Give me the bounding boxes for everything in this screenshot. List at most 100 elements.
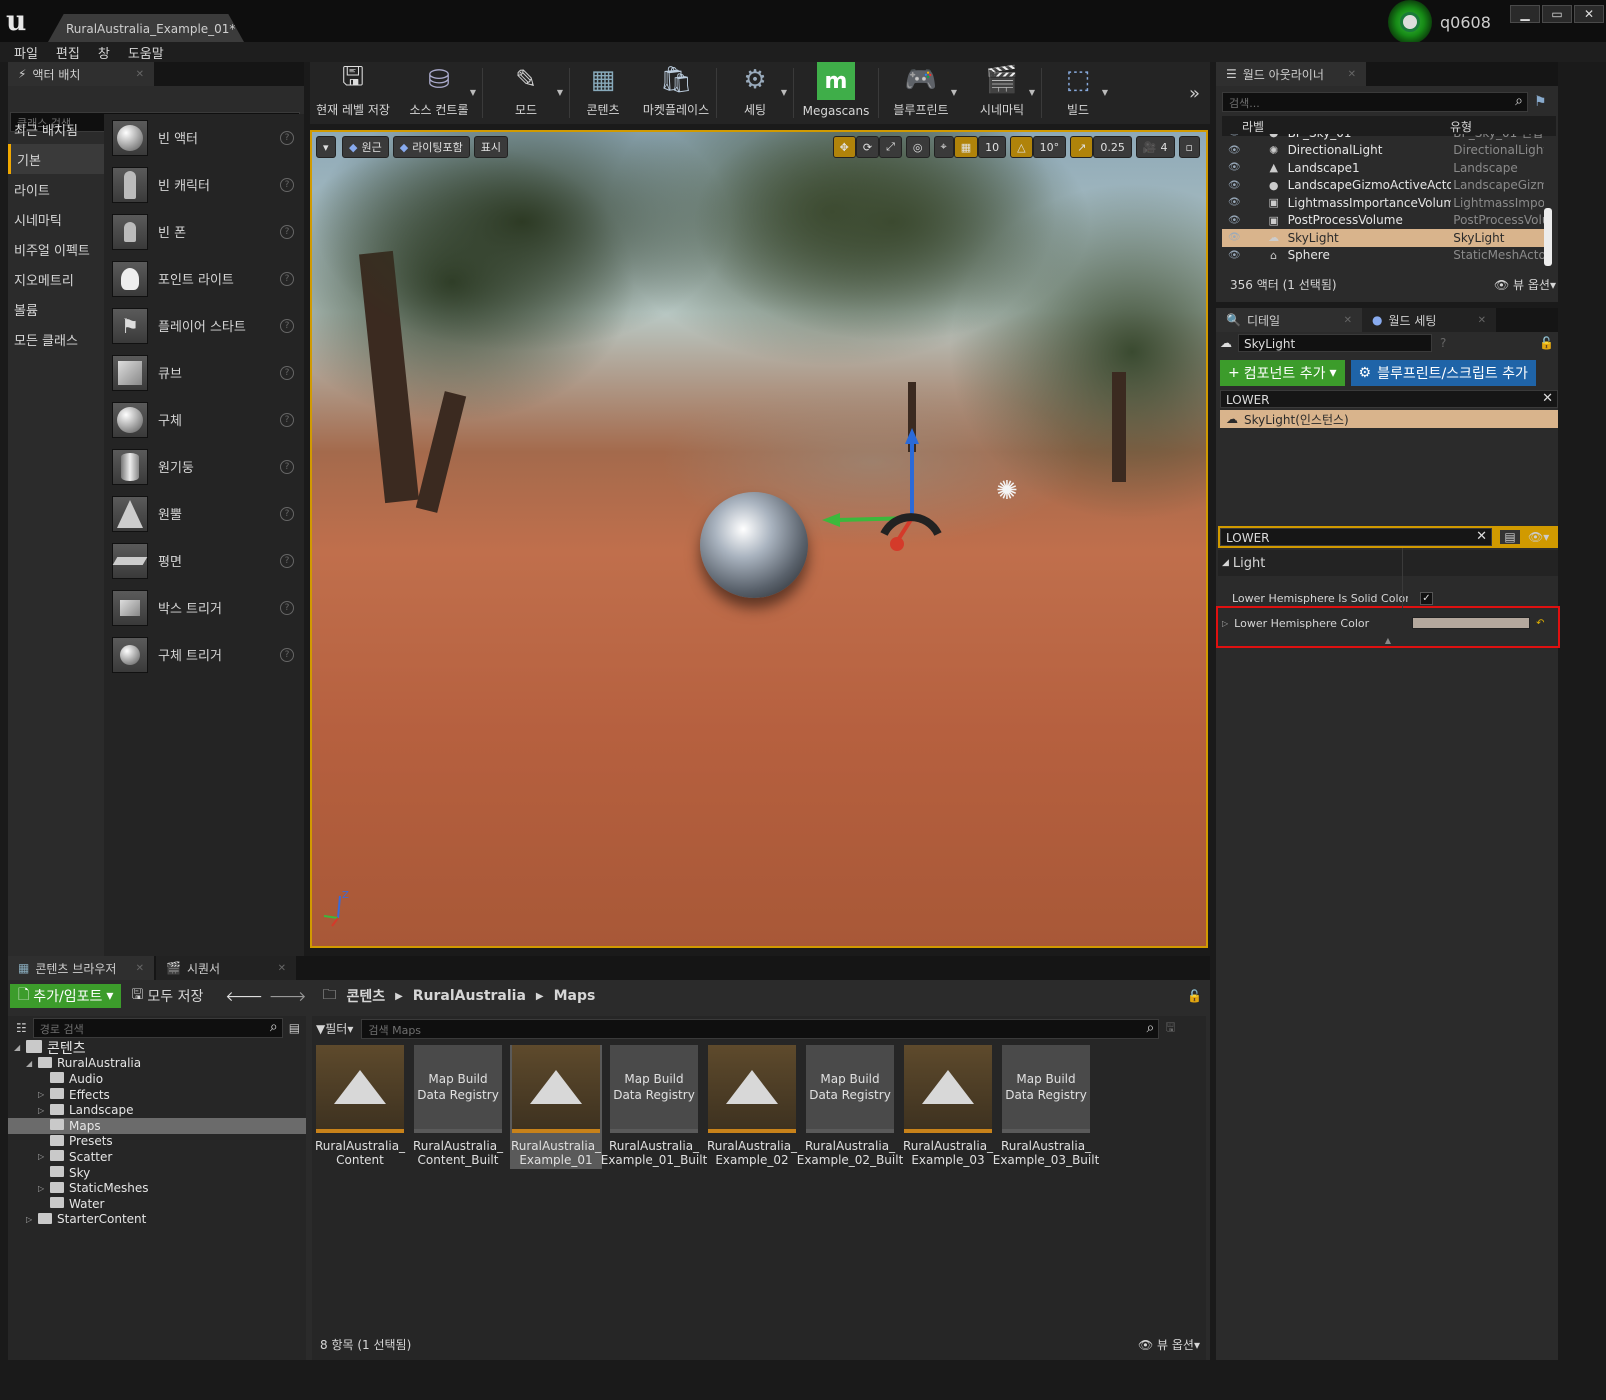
lock-icon[interactable]: 🔓	[1539, 336, 1554, 350]
user-badge[interactable]: q0608	[1388, 0, 1506, 44]
forward-arrow-icon[interactable]: 🡒	[269, 988, 307, 1005]
folder-tree-item[interactable]: ▷ Effects	[8, 1087, 306, 1103]
visibility-eye-icon[interactable]: 👁	[1228, 250, 1244, 261]
folder-tree-item[interactable]: Sky	[8, 1165, 306, 1181]
sources-toggle-icon[interactable]: ☷	[16, 1021, 27, 1035]
folder-tree-item[interactable]: ▷ StaticMeshes	[8, 1180, 306, 1196]
map-asset-tile[interactable]: RuralAustralia_ Example_02	[706, 1045, 798, 1169]
outliner-row[interactable]: 👁 ▲ Landscape1 Landscape	[1222, 159, 1544, 177]
help-icon[interactable]: ?	[280, 224, 294, 239]
category-cinematic[interactable]: 시네마틱	[8, 204, 104, 234]
document-tab[interactable]: RuralAustralia_Example_01*	[48, 14, 244, 42]
toolbar-overflow-icon[interactable]: »	[1189, 83, 1200, 104]
megascans-button[interactable]: m Megascans	[794, 62, 878, 124]
tab-world-outliner[interactable]: ☰ 월드 아웃라이너 ✕	[1216, 62, 1366, 86]
expand-arrow-icon[interactable]: ◢	[14, 1043, 26, 1052]
property-matrix-icon[interactable]: ▤	[1500, 530, 1520, 544]
gizmo-y-arrow[interactable]	[822, 513, 840, 527]
breadcrumb-maps[interactable]: Maps	[554, 988, 596, 1004]
asset-search-input[interactable]: 검색 Maps ⌕	[361, 1018, 1160, 1039]
list-item[interactable]: 빈 액터?	[104, 114, 304, 161]
show-button[interactable]: 표시	[473, 136, 509, 158]
property-search-input[interactable]: LOWER ✕	[1220, 528, 1492, 546]
save-all-button[interactable]: 🖫 모두 저장	[131, 984, 203, 1008]
list-item[interactable]: 원뿔?	[104, 490, 304, 537]
help-icon[interactable]: ?	[280, 506, 294, 521]
add-blueprint-button[interactable]: ⚙ 블루프린트/스크립트 추가	[1350, 360, 1536, 386]
help-icon[interactable]: ?	[280, 271, 294, 286]
light-section-header[interactable]: ◢ Light	[1218, 550, 1558, 576]
list-item[interactable]: 빈 캐릭터?	[104, 161, 304, 208]
map-asset-tile[interactable]: RuralAustralia_ Example_03	[902, 1045, 994, 1169]
viewport-menu-button[interactable]: ▾	[316, 136, 336, 158]
translate-mode-icon[interactable]: ✥	[832, 136, 856, 158]
build-data-asset-tile[interactable]: Map Build Data Registry RuralAustralia_ E…	[993, 1045, 1099, 1169]
transform-gizmo[interactable]	[812, 428, 952, 558]
outliner-row[interactable]: 👁 ▣ PostProcessVolume PostProcessVolume	[1222, 212, 1544, 230]
tab-sequencer[interactable]: 🎬 시퀀서 ✕	[156, 956, 296, 980]
collapse-advanced-icon[interactable]: ▲	[1218, 636, 1558, 645]
close-tab-icon[interactable]: ✕	[1478, 315, 1486, 326]
help-icon[interactable]: ?	[280, 600, 294, 615]
add-component-button[interactable]: + 컴포넌트 추가 ▾	[1220, 360, 1345, 386]
visibility-eye-icon[interactable]: 👁	[1228, 162, 1244, 173]
level-viewport[interactable]: ▾ ◆ 원근 ◆ 라이팅포함 표시 ✥ ⟳ ⤢ ◎ ⌖ ▦ 10 △ 10° ↗ 0…	[310, 130, 1208, 948]
breadcrumb-content[interactable]: 콘텐츠	[346, 986, 385, 1006]
list-item[interactable]: 원기둥?	[104, 443, 304, 490]
expand-arrow-icon[interactable]: ▷	[1222, 619, 1228, 628]
close-tab-icon[interactable]: ✕	[1344, 315, 1352, 326]
grid-snap-icon[interactable]: ▦	[953, 136, 979, 158]
tab-content-browser[interactable]: ▦ 콘텐츠 브라우저 ✕	[8, 956, 154, 980]
category-lights[interactable]: 라이트	[8, 174, 104, 204]
gizmo-rotation-arc[interactable]	[880, 513, 942, 536]
help-icon[interactable]: ?	[280, 130, 294, 145]
category-visual-effects[interactable]: 비주얼 이펙트	[8, 234, 104, 264]
list-item[interactable]: 박스 트리거?	[104, 584, 304, 631]
content-button[interactable]: ▦ 콘텐츠	[570, 62, 636, 124]
scale-mode-icon[interactable]: ⤢	[879, 136, 902, 158]
save-search-icon[interactable]: 🖫	[1165, 1018, 1175, 1039]
category-volumes[interactable]: 볼륨	[8, 294, 104, 324]
outliner-search-input[interactable]: 검색... ⌕	[1222, 92, 1528, 112]
help-icon[interactable]: ?	[280, 459, 294, 474]
marketplace-button[interactable]: 🛍 마켓플레이스	[636, 62, 716, 124]
category-recent[interactable]: 최근 배치됨	[8, 114, 104, 144]
expand-arrow-icon[interactable]: ◢	[26, 1059, 38, 1068]
rotation-snap-icon[interactable]: △	[1010, 136, 1033, 158]
help-icon[interactable]: ?	[280, 553, 294, 568]
scale-snap-icon[interactable]: ↗	[1070, 136, 1094, 158]
camera-speed-button[interactable]: 🎥 4	[1135, 136, 1175, 158]
visibility-eye-icon[interactable]: 👁	[1228, 197, 1244, 208]
list-item[interactable]: ⚑ 플레이어 스타트?	[104, 302, 304, 349]
add-actor-icon[interactable]: ⚑	[1534, 94, 1547, 110]
lock-icon[interactable]: 🔓	[1187, 989, 1202, 1003]
minimize-button[interactable]: ▁	[1510, 5, 1540, 23]
help-icon[interactable]: ?	[280, 318, 294, 333]
folder-tree-item[interactable]: Audio	[8, 1071, 306, 1087]
category-geometry[interactable]: 지오메트리	[8, 264, 104, 294]
outliner-row[interactable]: 👁 ● BP_Sky_01BP_Sky_01 편집	[1222, 134, 1544, 142]
close-tab-icon[interactable]: ✕	[1348, 69, 1356, 80]
list-item[interactable]: 구체 트리거?	[104, 631, 304, 678]
help-icon[interactable]: ?	[280, 365, 294, 380]
close-tab-icon[interactable]: ✕	[136, 963, 144, 974]
menu-edit[interactable]: 편집	[56, 43, 80, 62]
scale-snap-value[interactable]: 0.25	[1093, 136, 1132, 158]
folder-tree-item[interactable]: ▷ Landscape	[8, 1102, 306, 1118]
close-button[interactable]: ✕	[1574, 5, 1604, 23]
visibility-eye-icon[interactable]: 👁	[1228, 145, 1244, 156]
outliner-row[interactable]: 👁 ▣ LightmassImportanceVolume LightmassImpo…	[1222, 194, 1544, 212]
surface-snap-icon[interactable]: ⌖	[933, 136, 954, 158]
category-basic[interactable]: 기본	[8, 144, 104, 174]
skylight-sprite-icon[interactable]: ✺	[996, 476, 1026, 506]
list-item[interactable]: 구체?	[104, 396, 304, 443]
settings-button[interactable]: ⚙ 세팅 ▼	[717, 62, 793, 124]
breadcrumb-separator-icon[interactable]: ▶	[395, 991, 403, 1002]
source-control-button[interactable]: ⛁ 소스 컨트롤 ▼	[396, 62, 482, 124]
maximize-viewport-icon[interactable]: ▫	[1178, 136, 1200, 158]
blueprints-button[interactable]: 🎮 블루프린트 ▼	[879, 62, 963, 124]
back-arrow-icon[interactable]: 🡐	[225, 988, 263, 1005]
list-item[interactable]: 큐브?	[104, 349, 304, 396]
list-item[interactable]: 빈 폰?	[104, 208, 304, 255]
folder-tree-item[interactable]: ◢ RuralAustralia	[8, 1056, 306, 1072]
